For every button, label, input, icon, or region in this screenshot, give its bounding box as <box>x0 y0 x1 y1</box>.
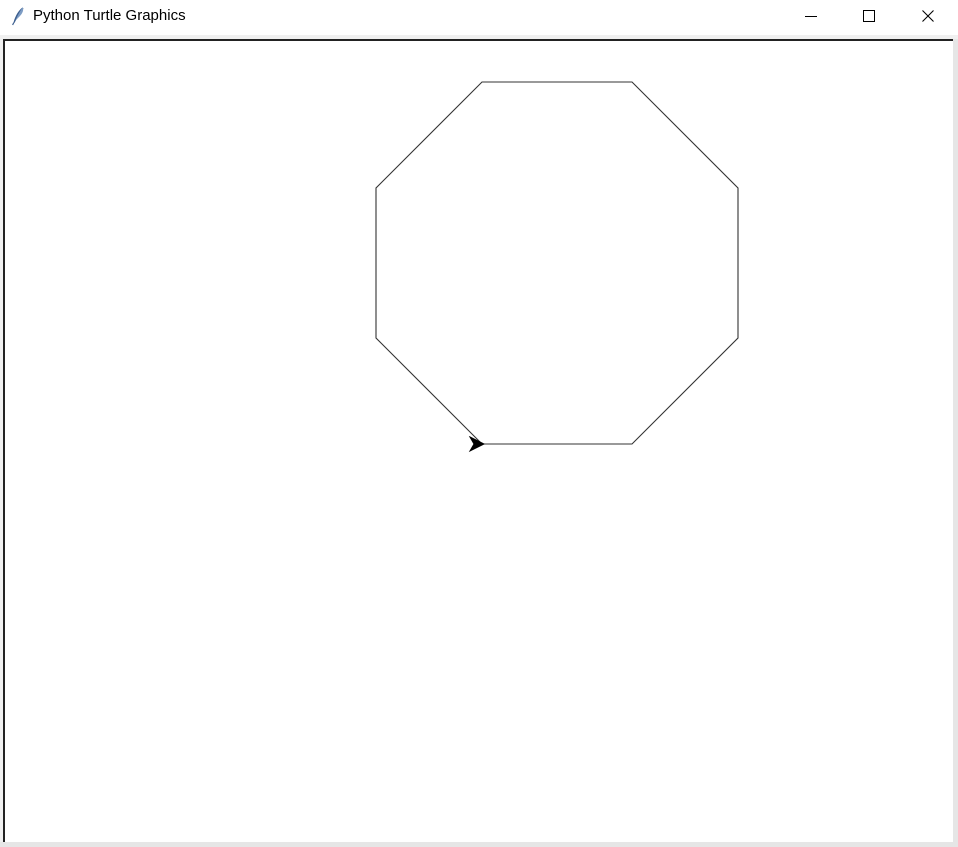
minimize-icon <box>805 16 817 17</box>
close-icon <box>922 10 934 22</box>
close-button[interactable] <box>898 0 958 32</box>
minimize-button[interactable] <box>782 0 840 32</box>
feather-icon[interactable] <box>10 6 26 26</box>
turtle-window: Python Turtle Graphics <box>0 0 958 847</box>
turtle-canvas[interactable] <box>3 39 953 842</box>
maximize-icon <box>863 10 875 22</box>
canvas-bottom-edge <box>0 842 958 847</box>
title-bar[interactable]: Python Turtle Graphics <box>0 0 958 32</box>
window-title: Python Turtle Graphics <box>33 7 186 24</box>
canvas-right-edge <box>953 39 958 847</box>
maximize-button[interactable] <box>840 0 898 32</box>
